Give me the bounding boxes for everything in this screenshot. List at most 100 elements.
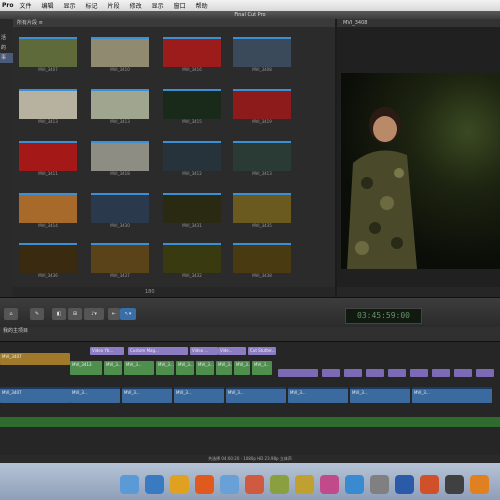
title-clip[interactable]: Cut Stutter... [248, 347, 276, 355]
clip-thumbnail[interactable]: MVI_3413 [233, 141, 291, 177]
photos-icon[interactable] [245, 475, 264, 494]
primary-clip[interactable]: MVI_3407 [0, 387, 70, 403]
select-tool-button[interactable]: ↖▾ [120, 308, 136, 320]
title-clip[interactable]: Vide... [218, 347, 246, 355]
title-clip[interactable]: Video Yb... [90, 347, 124, 355]
prefs-icon[interactable] [370, 475, 389, 494]
connected-clip[interactable]: MVI_3... [196, 361, 214, 375]
connected-clip[interactable]: MVI_3... [216, 361, 232, 375]
mail-icon[interactable] [220, 475, 239, 494]
clip-thumbnail[interactable]: MVI_3419 [233, 89, 291, 125]
menu-item[interactable]: 编辑 [42, 1, 54, 10]
menu-item[interactable]: 帮助 [196, 1, 208, 10]
connected-title-clip[interactable] [322, 369, 340, 377]
appstore-icon[interactable] [345, 475, 364, 494]
timeline-ruler[interactable] [0, 335, 500, 342]
connected-clip[interactable]: MVI_3... [252, 361, 272, 375]
thumbnail-image [19, 37, 77, 67]
sidebar-item[interactable]: 事 [0, 53, 13, 63]
powerpoint-icon[interactable] [420, 475, 439, 494]
other-icon[interactable] [470, 475, 489, 494]
safari-icon[interactable] [145, 475, 164, 494]
connected-title-clip[interactable] [432, 369, 450, 377]
connected-clip[interactable]: MVI_3413 [70, 361, 102, 375]
viewer-frame[interactable] [341, 73, 500, 269]
connected-title-clip[interactable] [454, 369, 472, 377]
clip-thumbnail[interactable]: MVI_3431 [163, 193, 221, 229]
firefox-icon[interactable] [195, 475, 214, 494]
preview-icon[interactable] [270, 475, 289, 494]
clip-thumbnail[interactable]: MVI_3415 [163, 89, 221, 125]
fcp-icon[interactable] [445, 475, 464, 494]
keyword-button[interactable]: ✎ [30, 308, 44, 320]
library-sidebar: 活 的 事 [0, 19, 14, 297]
clip-thumbnail[interactable]: MVI_3436 [19, 243, 77, 279]
clip-thumbnail[interactable]: MVI_3432 [163, 243, 221, 279]
primary-clip[interactable]: MVI_3... [174, 387, 224, 403]
clip-thumbnail[interactable]: MVI_3412 [163, 141, 221, 177]
finder-icon[interactable] [120, 475, 139, 494]
connected-clip[interactable]: MVI_3... [156, 361, 174, 375]
menu-item[interactable]: 显示 [152, 1, 164, 10]
menu-item[interactable]: 片段 [108, 1, 120, 10]
connected-title-clip[interactable] [344, 369, 362, 377]
clip-thumbnail[interactable]: MVI_3418 [91, 141, 149, 177]
clip-name: MVI_3415 [182, 119, 202, 124]
clip-thumbnail[interactable]: MVI_3430 [91, 193, 149, 229]
tools-icon[interactable] [295, 475, 314, 494]
audio-video-button[interactable]: ♪▾ [84, 308, 104, 320]
primary-clip[interactable]: MVI_3... [288, 387, 348, 403]
connected-clip[interactable]: MVI_3... [104, 361, 122, 375]
connected-clip[interactable]: MVI_3... [124, 361, 154, 375]
itunes-icon[interactable] [320, 475, 339, 494]
connect-button[interactable]: ◧ [52, 308, 66, 320]
menu-item[interactable]: 显示 [64, 1, 76, 10]
primary-clip[interactable]: MVI_3... [122, 387, 172, 403]
thumbnail-image [19, 193, 77, 223]
clip-thumbnail[interactable]: MVI_3414 [19, 193, 77, 229]
menu-item[interactable]: 标记 [86, 1, 98, 10]
connected-title-clip[interactable] [410, 369, 428, 377]
menu-item[interactable]: 修改 [130, 1, 142, 10]
connected-clip[interactable]: MVI_3... [234, 361, 250, 375]
status-bar: 共选择 04:00:20 · 1080p HD 23.98p 立体声 [0, 455, 500, 463]
menu-item[interactable]: 文件 [19, 1, 31, 10]
sidebar-item[interactable]: 活 [0, 33, 13, 43]
clip-thumbnail[interactable]: MVI_3435 [233, 193, 291, 229]
thumbnail-image [91, 193, 149, 223]
chrome-icon[interactable] [170, 475, 189, 494]
menu-item[interactable]: 窗口 [174, 1, 186, 10]
connected-title-clip[interactable] [476, 369, 494, 377]
clip-thumbnail[interactable]: MVI_3410 [91, 37, 149, 73]
primary-clip[interactable]: MVI_3... [226, 387, 286, 403]
connected-title-clip[interactable] [300, 369, 318, 377]
primary-clip[interactable]: MVI_3... [350, 387, 410, 403]
app-menu[interactable]: Pro [2, 2, 13, 9]
insert-button[interactable]: ⊞ [68, 308, 82, 320]
primary-clip[interactable]: MVI_3... [70, 387, 120, 403]
title-clip[interactable]: Custom Mag... [128, 347, 188, 355]
audio-track[interactable] [0, 417, 500, 427]
clip-thumbnail[interactable]: MVI_3437 [91, 243, 149, 279]
connected-clip[interactable]: MVI_3... [176, 361, 194, 375]
title-clip[interactable]: Video ... [190, 347, 218, 355]
word-icon[interactable] [395, 475, 414, 494]
clip-name: MVI_3410 [110, 67, 130, 72]
clip-thumbnail[interactable]: MVI_3413 [19, 89, 77, 125]
top-clip[interactable]: MVI_3407 [0, 353, 70, 365]
clip-thumbnail[interactable]: MVI_3438 [233, 243, 291, 279]
clip-thumbnail[interactable]: MVI_3413 [91, 89, 149, 125]
clip-thumbnail[interactable]: MVI_3408 [233, 37, 291, 73]
timeline[interactable]: Video Yb... Custom Mag... Video ... Vide...… [0, 335, 500, 455]
connected-title-clip[interactable] [388, 369, 406, 377]
clip-thumbnail[interactable]: MVI_3407 [19, 37, 77, 73]
trim-button[interactable]: ⇤ [108, 308, 120, 320]
sidebar-item[interactable] [0, 93, 13, 103]
clip-thumbnail[interactable]: MVI_3411 [19, 141, 77, 177]
connected-title-clip[interactable] [366, 369, 384, 377]
sidebar-item[interactable]: 的 [0, 43, 13, 53]
import-button[interactable]: ⌂ [4, 308, 18, 320]
primary-clip[interactable]: MVI_3... [412, 387, 492, 403]
clip-thumbnail[interactable]: MVI_3416 [163, 37, 221, 73]
timecode-display[interactable]: 03:45:59:00 [345, 308, 422, 324]
